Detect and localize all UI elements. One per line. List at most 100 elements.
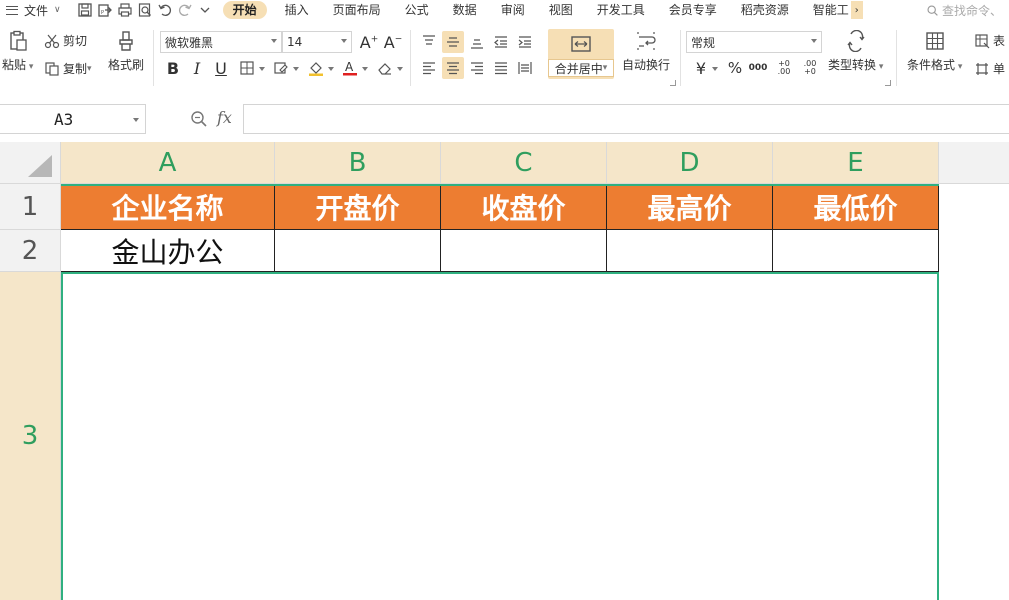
formula-input[interactable] (243, 104, 1009, 134)
tab-docer[interactable]: 稻壳资源 (729, 0, 801, 20)
tab-page-layout[interactable]: 页面布局 (321, 0, 393, 20)
tab-formulas[interactable]: 公式 (393, 0, 441, 20)
decrease-font-button[interactable]: A− (382, 31, 404, 53)
row-header-1[interactable]: 1 (0, 184, 61, 230)
select-all-corner[interactable] (0, 142, 61, 184)
export-button[interactable]: P (95, 0, 115, 20)
thousands-button[interactable]: 000 (747, 57, 769, 79)
clear-format-button[interactable] (374, 57, 396, 79)
insert-function-button[interactable]: fx (217, 108, 232, 127)
fill-color-button[interactable] (305, 57, 327, 79)
cut-button[interactable]: 剪切 (44, 32, 87, 49)
save-button[interactable] (75, 0, 95, 20)
cell-e2[interactable] (773, 230, 939, 272)
undo-button[interactable] (155, 0, 175, 20)
tab-home[interactable]: 开始 (222, 1, 267, 19)
tab-smart-tools[interactable]: 智能工 (801, 0, 851, 20)
align-top-button[interactable] (418, 31, 440, 53)
tab-developer[interactable]: 开发工具 (585, 0, 657, 20)
chevron-down-icon[interactable] (293, 67, 299, 71)
customize-toolbar-button[interactable] (195, 0, 215, 20)
tab-review[interactable]: 审阅 (489, 0, 537, 20)
copy-button[interactable]: 复制 ▾ (44, 60, 92, 77)
tabs-more-button[interactable]: › (850, 1, 863, 19)
fill-style-button[interactable] (270, 57, 292, 79)
name-box[interactable]: A3 (0, 104, 146, 134)
table-style-button[interactable]: 表 (974, 32, 1005, 49)
cell-style-button[interactable]: 单 (974, 60, 1005, 77)
justify-button[interactable] (490, 57, 512, 79)
number-dialog-launcher[interactable] (885, 80, 891, 86)
row-header-3[interactable]: 3 (0, 272, 61, 600)
column-header-b[interactable]: B (275, 142, 441, 184)
align-center-button[interactable] (442, 57, 464, 79)
row-header-2[interactable]: 2 (0, 230, 61, 272)
chevron-down-icon[interactable] (259, 67, 265, 71)
distributed-align-button[interactable] (514, 57, 536, 79)
print-preview-button[interactable] (135, 0, 155, 20)
cell-b1[interactable]: 开盘价 (275, 184, 441, 230)
paste-button[interactable]: 粘贴 ▾ (2, 30, 33, 73)
alignment-dialog-launcher[interactable] (670, 80, 676, 86)
number-format-select[interactable]: 常规 (686, 31, 822, 53)
chevron-down-icon[interactable] (328, 67, 334, 71)
decrease-font-icon: A− (383, 32, 403, 52)
increase-font-button[interactable]: A+ (358, 31, 380, 53)
conditional-format-button[interactable]: 条件格式 ▾ (907, 30, 962, 73)
bold-button[interactable]: B (162, 57, 184, 79)
cell-b2[interactable] (275, 230, 441, 272)
number-format-value: 常规 (691, 35, 716, 50)
tab-view[interactable]: 视图 (537, 0, 585, 20)
redo-button[interactable] (175, 0, 195, 20)
column-header-a[interactable]: A (61, 142, 275, 184)
selected-cell-a3[interactable] (61, 272, 939, 600)
column-header-d[interactable]: D (607, 142, 773, 184)
align-middle-icon (447, 37, 459, 47)
chevron-down-icon[interactable] (712, 67, 718, 71)
cell-e1[interactable]: 最低价 (773, 184, 939, 230)
command-search[interactable]: 查找命令、 (926, 0, 1002, 20)
tab-insert[interactable]: 插入 (273, 0, 321, 20)
increase-indent-button[interactable] (514, 31, 536, 53)
font-name-select[interactable]: 微软雅黑 (160, 31, 282, 53)
wrap-text-button[interactable]: 自动换行 (622, 30, 670, 73)
borders-button[interactable] (236, 57, 258, 79)
chevron-down-icon[interactable] (362, 67, 368, 71)
underline-button[interactable]: U (210, 57, 232, 79)
align-right-button[interactable] (466, 57, 488, 79)
merge-center-button[interactable]: 合并居中 ▾ (548, 29, 614, 79)
font-size-select[interactable]: 14 (282, 31, 352, 53)
cell-d1[interactable]: 最高价 (607, 184, 773, 230)
tab-data[interactable]: 数据 (441, 0, 489, 20)
cell-c2[interactable] (441, 230, 607, 272)
column-header-f[interactable] (939, 142, 1009, 184)
type-convert-button[interactable]: 类型转换 ▾ (828, 30, 883, 73)
percent-button[interactable]: % (724, 57, 746, 79)
currency-button[interactable]: ¥ (690, 57, 712, 79)
decrease-indent-button[interactable] (490, 31, 512, 53)
fill-style-icon (274, 62, 288, 74)
format-painter-button[interactable]: 格式刷 (108, 30, 144, 73)
cell-c1[interactable]: 收盘价 (441, 184, 607, 230)
tab-member[interactable]: 会员专享 (657, 0, 729, 20)
align-bottom-button[interactable] (466, 31, 488, 53)
align-left-button[interactable] (418, 57, 440, 79)
increase-decimal-button[interactable]: +0 .00 (772, 57, 796, 79)
align-middle-button[interactable] (442, 31, 464, 53)
export-icon: P (97, 4, 112, 17)
cell-a1[interactable]: 企业名称 (61, 184, 275, 230)
italic-button[interactable]: I (186, 57, 208, 79)
font-color-button[interactable]: A (339, 57, 361, 79)
print-button[interactable] (115, 0, 135, 20)
spreadsheet-grid: A B C D E 1 2 3 企业名称 开盘价 收盘价 最高价 最低价 金山办… (0, 142, 1009, 600)
column-header-e[interactable]: E (773, 142, 939, 184)
decrease-decimal-button[interactable]: .00 +0 (798, 57, 822, 79)
cell-d2[interactable] (607, 230, 773, 272)
cell-a2[interactable]: 金山办公 (61, 230, 275, 272)
scissors-icon (44, 34, 60, 48)
file-menu[interactable]: 文件 ∨ (0, 0, 67, 20)
column-header-c[interactable]: C (441, 142, 607, 184)
chevron-down-icon[interactable] (397, 67, 403, 71)
zoom-search-icon[interactable] (189, 109, 209, 129)
ribbon-divider (153, 30, 154, 86)
